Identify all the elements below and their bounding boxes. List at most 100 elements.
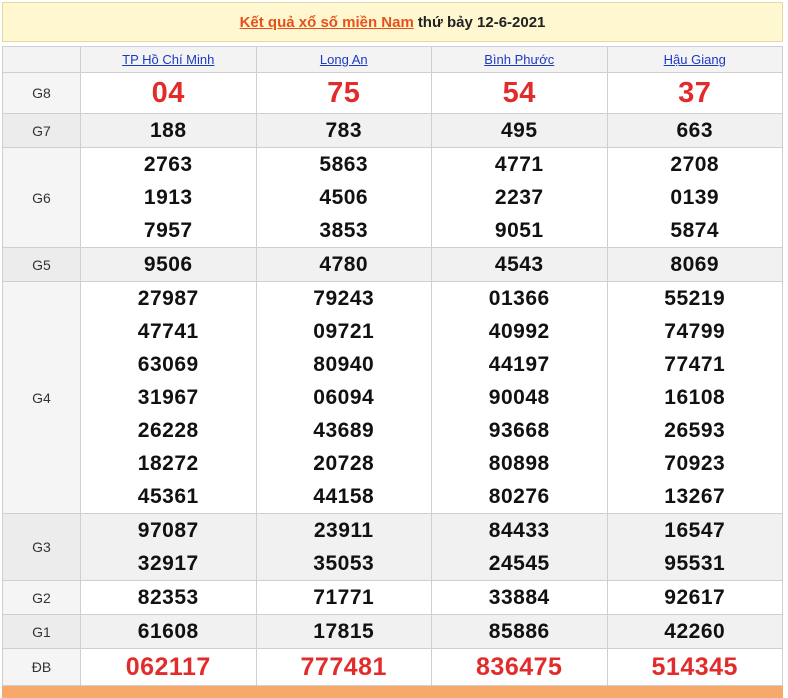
province-link-hcm[interactable]: TP Hồ Chí Minh (122, 52, 214, 67)
province-link-binh-phuoc[interactable]: Bình Phước (484, 52, 554, 67)
result-cell: 8069 (606, 247, 783, 282)
result-number: 47741 (137, 320, 199, 343)
result-number: 4543 (494, 253, 544, 276)
result-number: 44197 (488, 353, 550, 376)
result-number: 55219 (664, 287, 726, 310)
result-number: 35053 (313, 552, 375, 575)
prize-row-g8: G8 04 75 54 37 (2, 72, 783, 114)
result-cell: 2708 0139 5874 (606, 147, 783, 248)
result-number: 80898 (488, 452, 550, 475)
result-number: 4506 (319, 186, 369, 209)
result-number: 188 (149, 119, 187, 142)
prize-label: G2 (2, 580, 81, 615)
result-number: 17815 (313, 620, 375, 643)
result-number: 5874 (670, 219, 720, 242)
result-number: 0139 (670, 186, 720, 209)
result-number: 26228 (137, 419, 199, 442)
result-number: 8069 (670, 253, 720, 276)
result-number: 84433 (488, 519, 550, 542)
result-number: 90048 (488, 386, 550, 409)
result-number: 63069 (137, 353, 199, 376)
result-cell: 17815 (255, 614, 432, 649)
result-cell: 062117 (80, 648, 257, 686)
result-cell: 23911 35053 (255, 513, 432, 581)
result-number: 836475 (476, 653, 563, 681)
results-container: Kết quả xổ số miền Nam thứ bảy 12-6-2021… (2, 2, 783, 686)
prize-row-g4: G4 27987 47741 63069 31967 26228 18272 45361 792… (2, 281, 783, 514)
result-cell: 82353 (80, 580, 257, 615)
result-cell: 514345 (606, 648, 783, 686)
result-number: 40992 (488, 320, 550, 343)
results-title-link[interactable]: Kết quả xổ số miền Nam (240, 14, 414, 31)
prize-label: G4 (2, 281, 81, 514)
province-header: TP Hồ Chí Minh (80, 46, 257, 73)
result-number: 2763 (143, 153, 193, 176)
province-header: Bình Phước (431, 46, 608, 73)
result-number: 43689 (313, 419, 375, 442)
prize-row-g3: G3 97087 32917 23911 35053 84433 24545 16547 955… (2, 513, 783, 581)
result-number: 45361 (137, 485, 199, 508)
result-number: 80940 (313, 353, 375, 376)
result-number: 18272 (137, 452, 199, 475)
result-number: 54 (502, 77, 536, 109)
result-cell: 777481 (255, 648, 432, 686)
result-number: 062117 (125, 653, 211, 681)
result-number: 61608 (137, 620, 199, 643)
province-link-long-an[interactable]: Long An (320, 52, 368, 67)
prize-row-g1: G1 61608 17815 85886 42260 (2, 614, 783, 649)
result-number: 5863 (319, 153, 369, 176)
result-number: 09721 (313, 320, 375, 343)
result-number: 16108 (664, 386, 726, 409)
result-number: 7957 (143, 219, 193, 242)
result-number: 93668 (488, 419, 550, 442)
result-cell: 97087 32917 (80, 513, 257, 581)
result-number: 16547 (664, 519, 726, 542)
result-cell: 04 (80, 72, 257, 114)
result-cell: 42260 (606, 614, 783, 649)
result-cell: 37 (606, 72, 783, 114)
result-number: 26593 (664, 419, 726, 442)
prize-column-header (2, 46, 81, 73)
result-number: 23911 (313, 519, 374, 542)
result-number: 92617 (664, 586, 726, 609)
prize-row-g6: G6 2763 1913 7957 5863 4506 3853 4771 2237 9051 27… (2, 147, 783, 248)
result-number: 1913 (143, 186, 193, 209)
result-number: 24545 (488, 552, 550, 575)
result-cell: 495 (431, 113, 608, 148)
result-cell: 61608 (80, 614, 257, 649)
province-link-hau-giang[interactable]: Hậu Giang (664, 52, 726, 67)
result-cell: 188 (80, 113, 257, 148)
footer-strip (2, 686, 783, 698)
result-number: 82353 (137, 586, 199, 609)
result-number: 4771 (494, 153, 544, 176)
prize-row-db: ĐB 062117 777481 836475 514345 (2, 648, 783, 686)
result-number: 27987 (137, 287, 199, 310)
result-cell: 01366 40992 44197 90048 93668 80898 80276 (431, 281, 608, 514)
result-cell: 9506 (80, 247, 257, 282)
result-cell: 71771 (255, 580, 432, 615)
result-number: 97087 (137, 519, 199, 542)
result-number: 37 (678, 77, 712, 109)
result-cell: 4543 (431, 247, 608, 282)
prize-label: G1 (2, 614, 81, 649)
result-number: 06094 (313, 386, 375, 409)
prize-label: G8 (2, 72, 81, 114)
result-number: 75 (327, 77, 361, 109)
result-cell: 4780 (255, 247, 432, 282)
prize-row-g2: G2 82353 71771 33884 92617 (2, 580, 783, 615)
results-title-bar: Kết quả xổ số miền Nam thứ bảy 12-6-2021 (2, 2, 783, 42)
result-number: 783 (325, 119, 363, 142)
result-cell: 5863 4506 3853 (255, 147, 432, 248)
result-cell: 79243 09721 80940 06094 43689 20728 44158 (255, 281, 432, 514)
result-number: 80276 (488, 485, 550, 508)
province-header: Hậu Giang (606, 46, 783, 73)
result-number: 4780 (319, 253, 369, 276)
result-number: 20728 (313, 452, 375, 475)
result-cell: 75 (255, 72, 432, 114)
result-cell: 33884 (431, 580, 608, 615)
result-cell: 27987 47741 63069 31967 26228 18272 45361 (80, 281, 257, 514)
prize-label: G5 (2, 247, 81, 282)
result-cell: 92617 (606, 580, 783, 615)
province-header: Long An (255, 46, 432, 73)
result-number: 777481 (300, 653, 387, 681)
